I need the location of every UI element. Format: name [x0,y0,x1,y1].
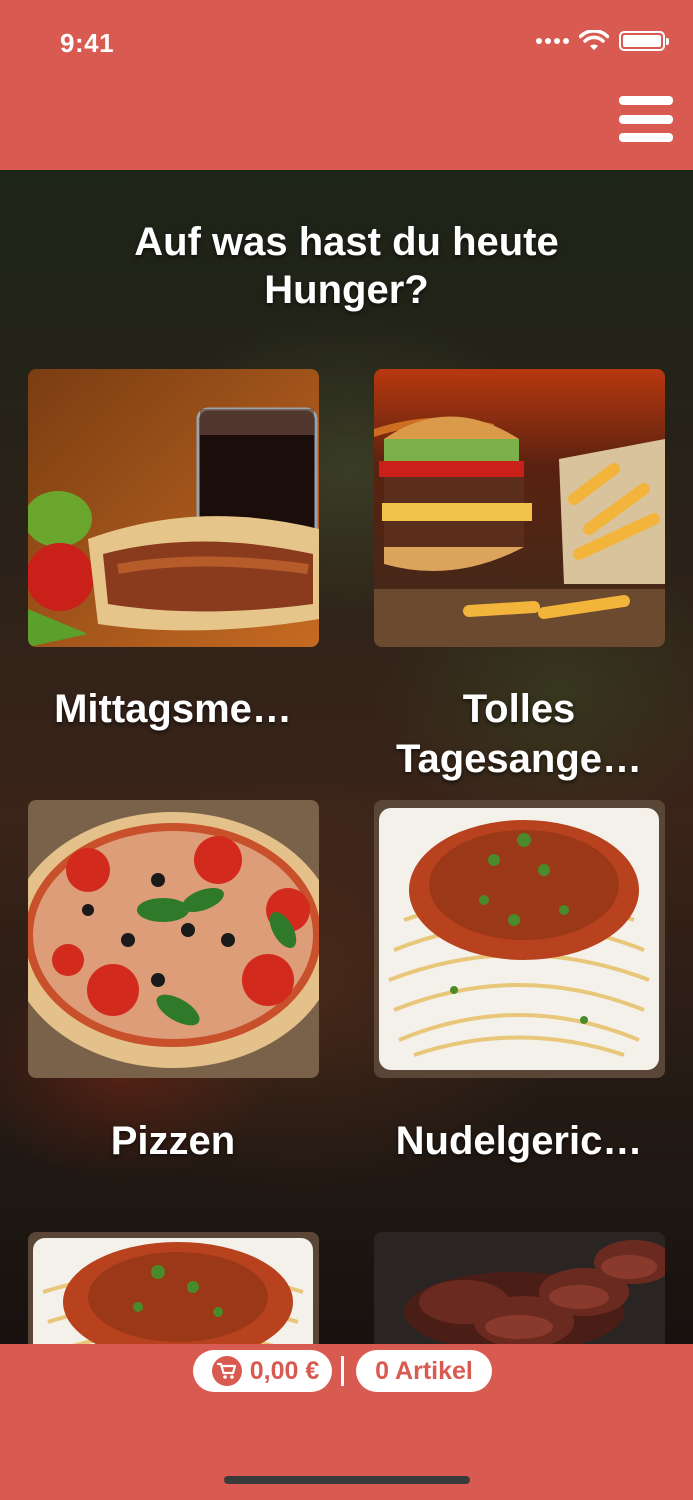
category-label-mittagsmenu[interactable]: Mittagsme… [18,684,328,734]
category-label-nudelgerichte[interactable]: Nudelgeric… [364,1116,674,1166]
category-image-pizza[interactable] [28,800,319,1078]
cart-total-button[interactable]: 0,00 € [193,1350,332,1392]
category-image-pasta[interactable] [28,1232,319,1344]
page-headline: Auf was hast du heute Hunger? [134,220,559,312]
category-image-burger[interactable] [374,369,665,647]
category-label-pizzen[interactable]: Pizzen [18,1116,328,1166]
cart-items-button[interactable]: 0 Artikel [356,1350,492,1392]
main-content[interactable]: Auf was hast du heute Hunger? Mittagsme… [0,170,693,1344]
home-indicator[interactable] [224,1476,470,1484]
cart-total-label: 0,00 € [249,1356,320,1385]
signal-icon [536,38,569,44]
divider [341,1356,344,1386]
wifi-icon [579,30,609,50]
category-image-doner[interactable] [28,369,319,647]
status-bar: 9:41 [0,0,693,170]
category-label-tagesangebot[interactable]: Tolles Tagesange… [364,684,674,784]
category-image-steak[interactable] [374,1232,665,1344]
hamburger-menu-icon[interactable] [619,96,673,142]
cart-items-label: 0 Artikel [375,1356,473,1385]
status-icons [536,30,669,52]
category-image-spaghetti[interactable] [374,800,665,1078]
battery-icon [619,31,669,51]
cart-icon [211,1356,242,1386]
bottom-cart-bar: 0,00 € 0 Artikel [0,1344,693,1500]
status-time: 9:41 [60,28,115,58]
